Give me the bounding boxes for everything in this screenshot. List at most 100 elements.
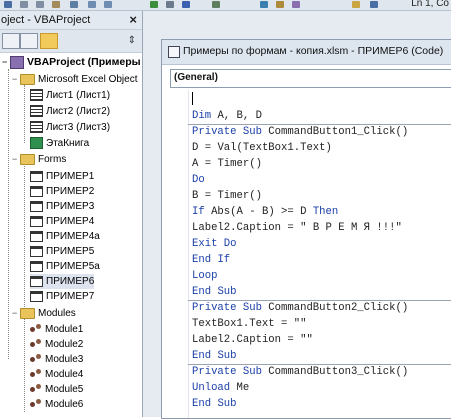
code-line[interactable]: End Sub: [192, 396, 237, 412]
module-label: Module4: [45, 369, 84, 380]
collapse-icon[interactable]: −: [12, 72, 20, 87]
code-line[interactable]: Private Sub CommandButton2_Click(): [192, 300, 408, 316]
sheet-item[interactable]: Лист3 (Лист3): [30, 120, 110, 135]
code-line[interactable]: If Abs(A - B) >= D Then: [192, 204, 338, 220]
code-line[interactable]: End If: [192, 252, 230, 268]
folder-label: Microsoft Excel Object: [38, 74, 138, 85]
code-line[interactable]: Dim A, B, D: [192, 108, 262, 124]
module-icon: [30, 384, 42, 394]
form-item-selected[interactable]: ПРИМЕР6: [30, 274, 95, 289]
collapse-icon[interactable]: −: [2, 55, 10, 70]
properties-icon[interactable]: [276, 1, 284, 8]
code-line[interactable]: Label2.Caption = " В Р Е М Я !!!": [192, 220, 402, 236]
code-window-title-bar[interactable]: Примеры по формам - копия.xlsm - ПРИМЕР6…: [162, 40, 451, 65]
copy-icon[interactable]: [36, 1, 44, 8]
mdi-background: [143, 11, 451, 41]
sheet-item[interactable]: Лист2 (Лист2): [30, 104, 110, 119]
code-line[interactable]: Private Sub CommandButton1_Click(): [192, 124, 408, 140]
module-icon: [30, 324, 42, 334]
workbook-item[interactable]: ЭтаКнига: [30, 136, 89, 151]
form-item[interactable]: ПРИМЕР2: [30, 184, 94, 199]
code-line[interactable]: D = Val(TextBox1.Text): [192, 140, 332, 156]
folder-excel-objects[interactable]: − Microsoft Excel Object: [12, 72, 137, 87]
run-icon[interactable]: [150, 1, 158, 8]
folder-forms[interactable]: − Forms: [12, 152, 66, 167]
code-margin[interactable]: [162, 90, 189, 418]
scroll-icon[interactable]: ⇕: [128, 35, 136, 46]
folder-label: Forms: [38, 154, 67, 165]
module-icon: [30, 399, 42, 409]
code-line[interactable]: End Sub: [192, 284, 237, 300]
code-line[interactable]: Unload Me: [192, 380, 249, 396]
object-combobox[interactable]: (General): [170, 69, 451, 88]
undo-icon[interactable]: [88, 1, 96, 8]
module-label: Module2: [45, 339, 84, 350]
explorer-title-bar: oject - VBAProject ×: [0, 11, 142, 30]
help-icon[interactable]: [370, 1, 378, 8]
form-label: ПРИМЕР6: [46, 276, 95, 287]
module-item[interactable]: Module3: [30, 352, 83, 367]
folder-modules[interactable]: − Modules: [12, 306, 76, 321]
module-item[interactable]: Module5: [30, 382, 83, 397]
form-item[interactable]: ПРИМЕР4: [30, 214, 94, 229]
object-combobox-value: (General): [174, 72, 218, 83]
procedure-separator: [188, 364, 451, 365]
module-item[interactable]: Module1: [30, 322, 83, 337]
module-label: Module1: [45, 324, 84, 335]
form-item[interactable]: ПРИМЕР3: [30, 199, 94, 214]
collapse-icon[interactable]: −: [12, 152, 20, 167]
cut-icon[interactable]: [20, 1, 28, 8]
code-line[interactable]: Do: [192, 172, 205, 188]
module-item[interactable]: Module2: [30, 337, 83, 352]
module-item[interactable]: Module6: [30, 397, 83, 412]
close-icon[interactable]: ×: [129, 12, 137, 27]
code-line[interactable]: Exit Do: [192, 236, 237, 252]
module-label: Module5: [45, 384, 84, 395]
break-icon[interactable]: [166, 1, 174, 8]
view-object-button[interactable]: [20, 33, 38, 49]
userform-icon: [30, 230, 43, 242]
collapse-icon[interactable]: −: [12, 306, 20, 321]
toolbox-icon[interactable]: [352, 1, 360, 8]
reset-icon[interactable]: [182, 1, 190, 8]
folder-icon: [20, 153, 35, 165]
code-line[interactable]: Loop: [192, 268, 217, 284]
module-item[interactable]: Module4: [30, 367, 83, 382]
userform-icon: [30, 215, 43, 227]
tree-line: [24, 317, 25, 412]
toggle-folders-button[interactable]: [40, 33, 58, 49]
userform-icon: [30, 245, 43, 257]
code-line[interactable]: Private Sub CommandButton3_Click(): [192, 364, 408, 380]
code-window-title: Примеры по формам - копия.xlsm - ПРИМЕР6…: [183, 45, 444, 57]
project-explorer-icon[interactable]: [260, 1, 268, 8]
view-code-button[interactable]: [2, 33, 20, 49]
procedure-separator: [188, 124, 451, 125]
code-line[interactable]: A = Timer(): [192, 156, 262, 172]
form-item[interactable]: ПРИМЕР5: [30, 244, 94, 259]
tree-line: [24, 85, 25, 143]
save-icon[interactable]: [4, 1, 12, 8]
form-item[interactable]: ПРИМЕР1: [30, 169, 94, 184]
code-window-icon: [168, 46, 180, 58]
design-mode-icon[interactable]: [212, 1, 220, 8]
folder-icon: [20, 73, 35, 85]
object-browser-icon[interactable]: [292, 1, 300, 8]
form-item[interactable]: ПРИМЕР7: [30, 289, 94, 304]
userform-icon: [30, 290, 43, 302]
sheet-item[interactable]: Лист1 (Лист1): [30, 88, 110, 103]
redo-icon[interactable]: [104, 1, 112, 8]
code-line[interactable]: TextBox1.Text = "": [192, 316, 306, 332]
project-node[interactable]: − VBAProject (Примеры: [2, 55, 141, 70]
code-line[interactable]: End Sub: [192, 348, 237, 364]
module-label: Module3: [45, 354, 84, 365]
find-icon[interactable]: [70, 1, 78, 8]
vba-project-icon: [10, 55, 24, 69]
explorer-toolbar: ⇕: [0, 30, 142, 53]
code-line[interactable]: B = Timer(): [192, 188, 262, 204]
form-item[interactable]: ПРИМЕР5а: [30, 259, 100, 274]
form-item[interactable]: ПРИМЕР4а: [30, 229, 100, 244]
code-line[interactable]: Label2.Caption = "": [192, 332, 313, 348]
mdi-area: Примеры по формам - копия.xlsm - ПРИМЕР6…: [143, 11, 451, 419]
paste-icon[interactable]: [52, 1, 60, 8]
code-editor[interactable]: Dim A, B, D Private Sub CommandButton1_Cl…: [162, 90, 451, 418]
